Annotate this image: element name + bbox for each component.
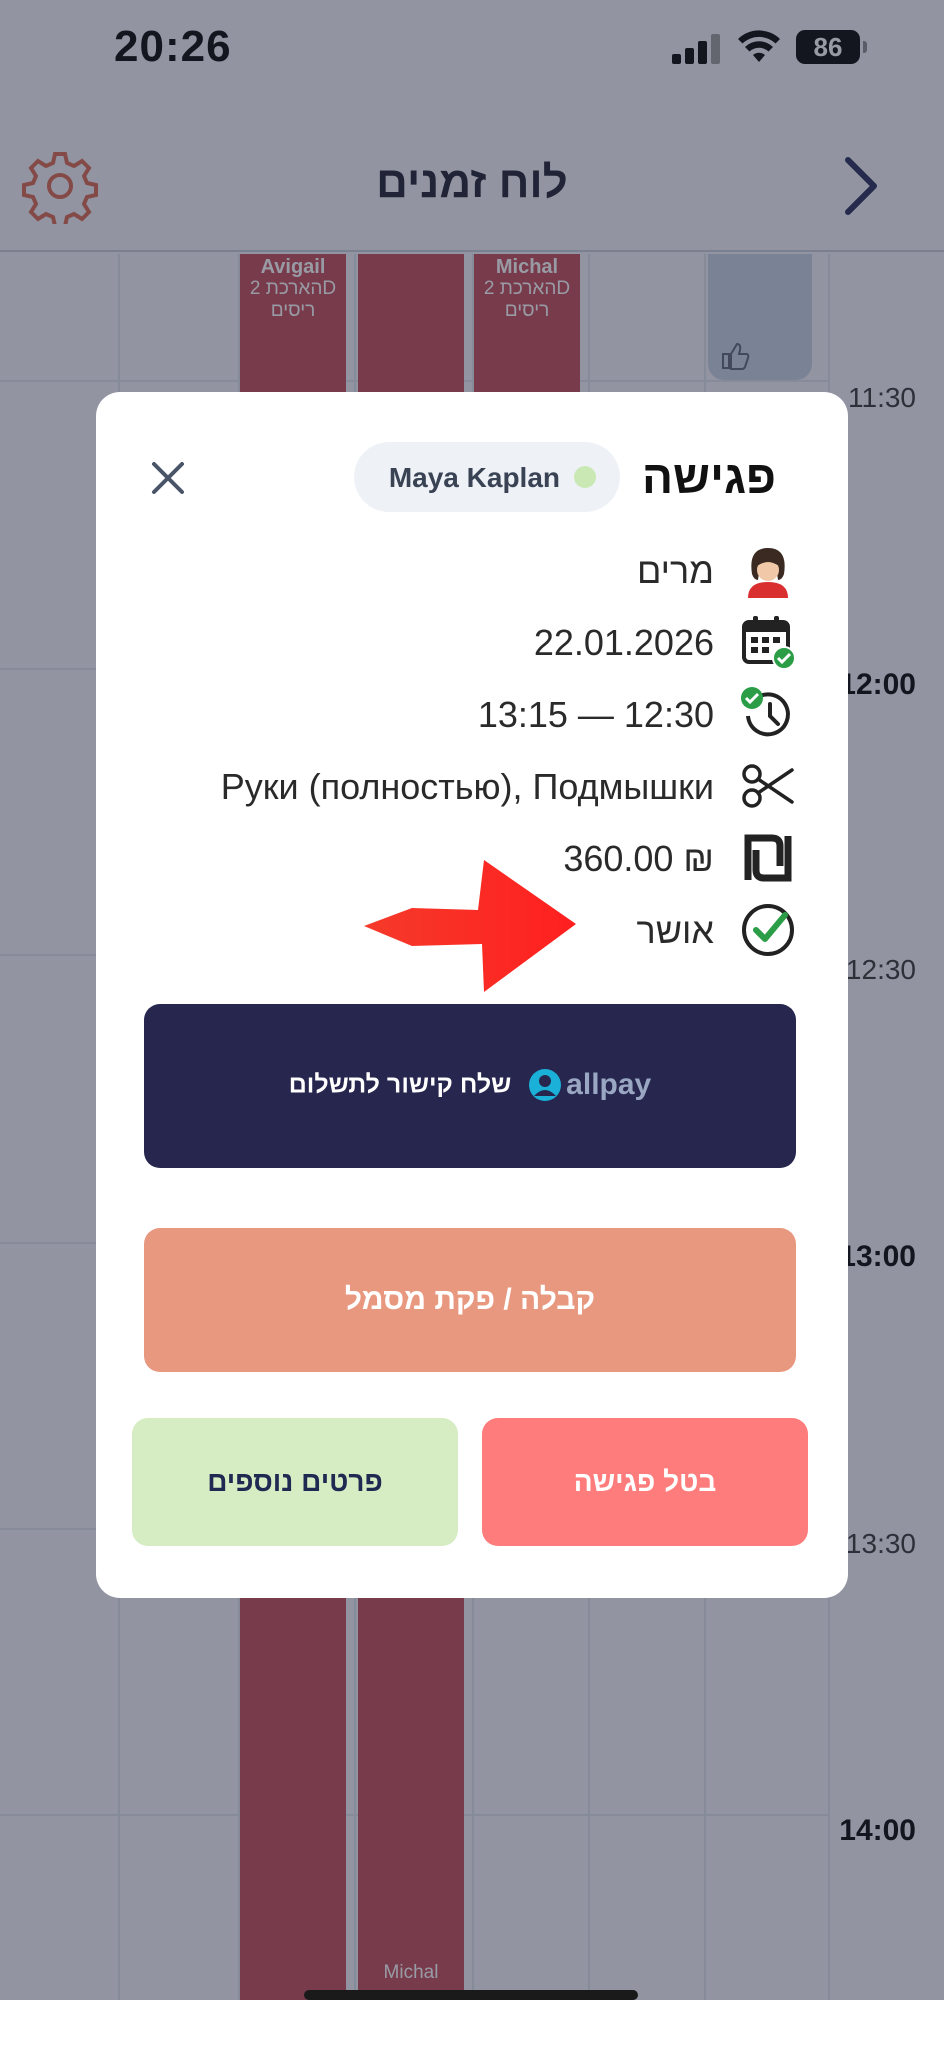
approved-check-icon bbox=[742, 904, 794, 956]
client-row: מרים bbox=[156, 540, 796, 600]
cancel-appointment-button[interactable]: בטל פגישה bbox=[482, 1418, 808, 1546]
shekel-icon bbox=[744, 834, 792, 882]
time-row: 13:15 — 12:30 bbox=[156, 684, 796, 744]
services-row: Руки (полностью), Подмышки bbox=[156, 756, 796, 816]
allpay-brand: allpay bbox=[566, 1068, 652, 1101]
allpay-send-link-button[interactable]: שלח קישור לתשלום allpay bbox=[144, 1004, 796, 1168]
staff-chip[interactable]: Maya Kaplan bbox=[354, 442, 620, 512]
client-avatar-icon bbox=[748, 548, 788, 598]
receipt-document-button[interactable]: קבלה / פקת מסמל bbox=[144, 1228, 796, 1372]
home-indicator bbox=[304, 1990, 638, 2000]
calendar-check-icon bbox=[742, 616, 796, 670]
appointment-status: אושר bbox=[636, 910, 714, 951]
appointment-time: 13:15 — 12:30 bbox=[477, 694, 714, 735]
services-list: Руки (полностью), Подмышки bbox=[220, 766, 714, 807]
client-name: מרים bbox=[636, 550, 714, 591]
close-icon[interactable] bbox=[148, 458, 188, 498]
dialog-title: פגישה bbox=[641, 451, 776, 503]
scissors-icon bbox=[742, 764, 794, 808]
staff-status-dot bbox=[574, 466, 596, 488]
staff-name: Maya Kaplan bbox=[388, 462, 560, 493]
allpay-logo-icon bbox=[528, 1069, 561, 1101]
appointment-date: 22.01.2026 bbox=[533, 622, 714, 663]
annotation-arrow-icon bbox=[364, 860, 576, 992]
allpay-button-label: שלח קישור לתשלום bbox=[288, 1070, 512, 1099]
appointment-price: 360.00 ₪ bbox=[563, 838, 714, 879]
clock-history-icon bbox=[741, 687, 790, 737]
more-details-button[interactable]: פרטים נוספים bbox=[132, 1418, 458, 1546]
date-row: 22.01.2026 bbox=[156, 612, 796, 672]
